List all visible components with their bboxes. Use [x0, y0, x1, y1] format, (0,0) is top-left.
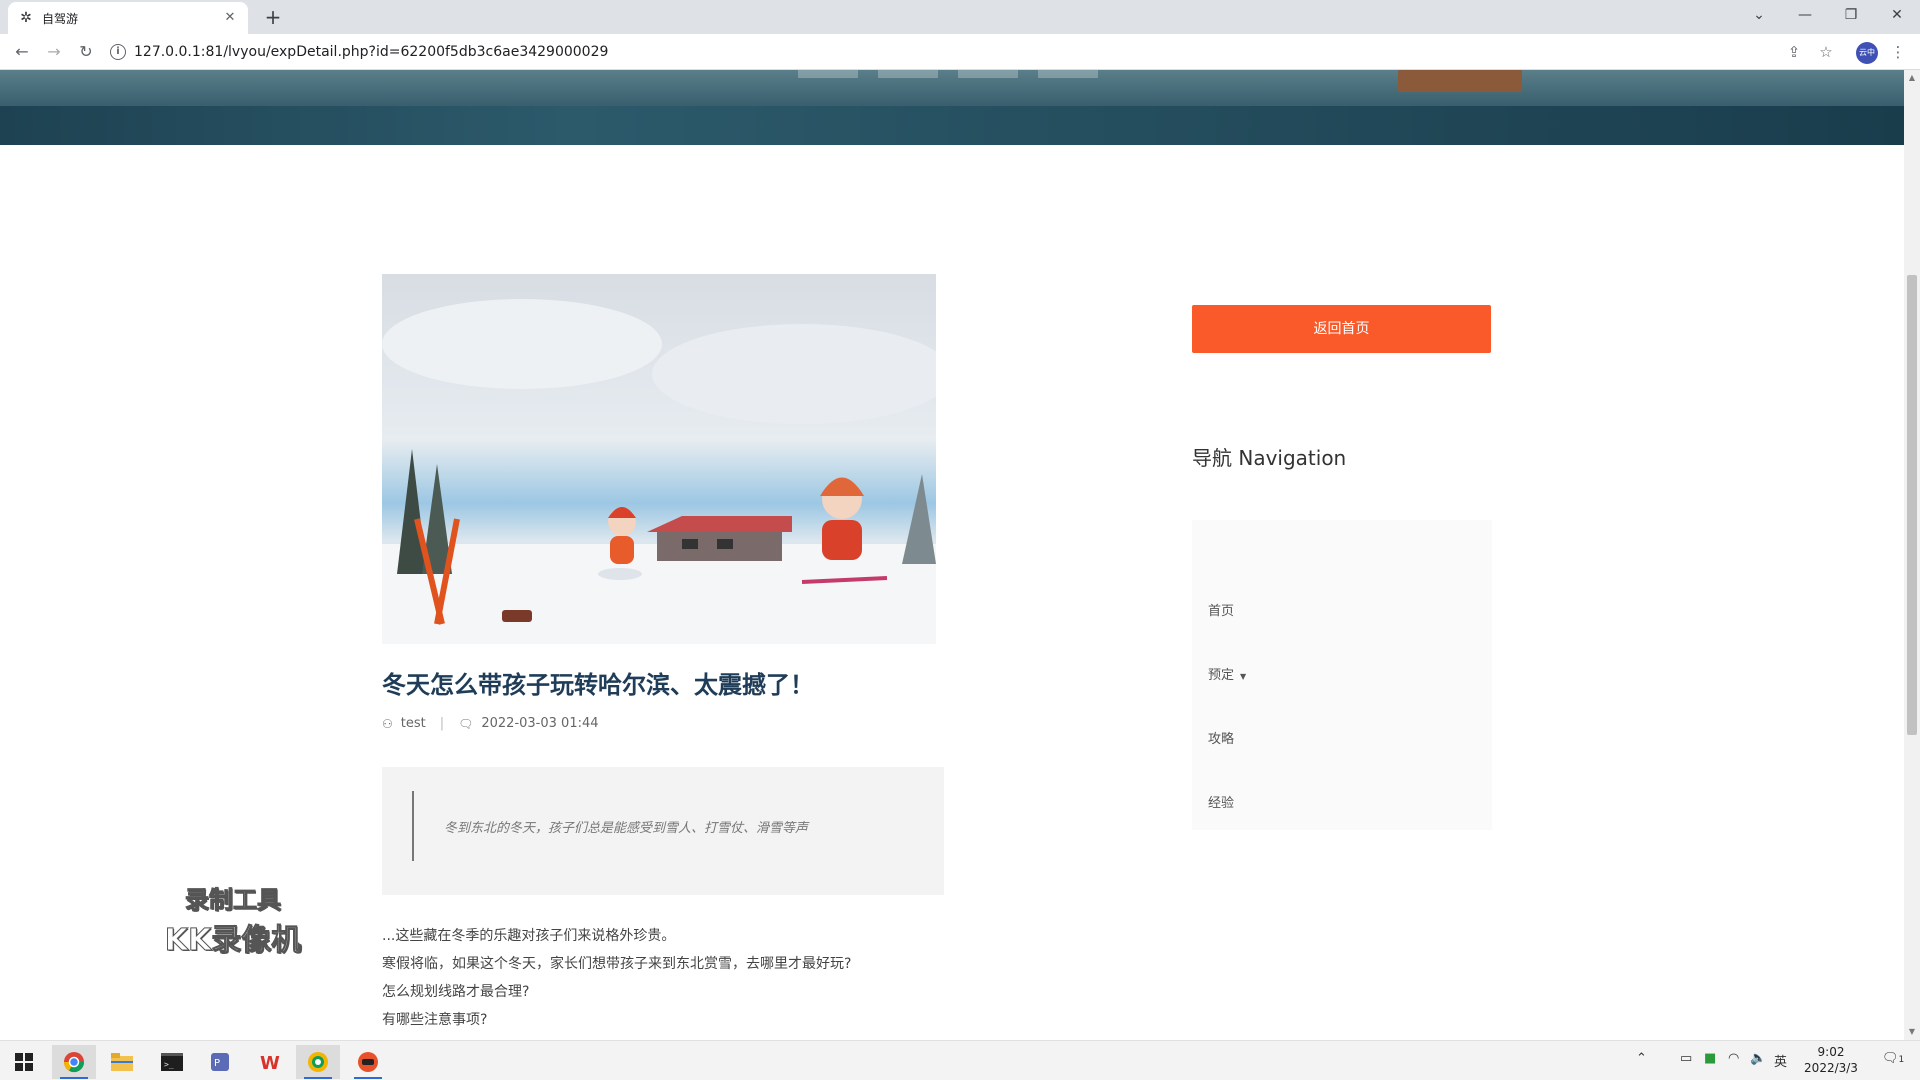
recorder-watermark: 录制工具 KK录像机 [160, 880, 306, 959]
header-nav-item[interactable] [798, 70, 858, 78]
user-icon: ⚇ [382, 716, 393, 731]
profile-avatar[interactable]: 云中 [1856, 42, 1878, 64]
file-explorer-icon[interactable] [100, 1045, 144, 1079]
wifi-icon[interactable]: ◠ [1728, 1051, 1739, 1066]
quote-text: 冬到东北的冬天，孩子们总是能感受到雪人、打雪仗、滑雪等声 [444, 821, 809, 836]
quote-bar [412, 791, 414, 861]
header-action-button[interactable] [1398, 70, 1522, 92]
tab-search-icon[interactable]: ⌄ [1736, 0, 1782, 30]
forward-arrow-icon[interactable]: → [42, 40, 66, 64]
active-indicator [304, 1077, 332, 1079]
sidebar-item-label: 首页 [1208, 604, 1235, 619]
article-paragraph: 怎么规划线路才最合理? [382, 984, 530, 1000]
header-nav-item[interactable] [958, 70, 1018, 78]
kk-recorder-icon[interactable] [346, 1045, 390, 1079]
article-author: test [400, 716, 426, 731]
share-icon[interactable]: ⇪ [1782, 40, 1806, 64]
browser-tab-strip: ✲ 自驾游 ✕ + ⌄ — ❐ ✕ [0, 0, 1920, 34]
article-body: ...这些藏在冬季的乐趣对孩子们来说格外珍贵。 寒假将临，如果这个冬天，家长们想… [382, 922, 851, 1034]
tray-app-icon[interactable]: ■ [1704, 1051, 1716, 1066]
svg-text:>_: >_ [164, 1060, 174, 1069]
tab-title: 自驾游 [42, 11, 79, 26]
sidebar-item-label: 预定 [1208, 668, 1235, 683]
svg-text:W: W [260, 1053, 280, 1073]
clock-time: 9:02 [1817, 1045, 1845, 1059]
watermark-line2: KK录像机 [164, 923, 302, 959]
new-tab-button[interactable]: + [260, 5, 286, 31]
header-banner [0, 70, 1904, 145]
sidebar-item-home[interactable]: 首页 [1208, 600, 1234, 619]
ime-indicator[interactable]: 英 [1774, 1051, 1787, 1070]
back-home-button[interactable]: 返回首页 [1192, 305, 1491, 353]
windows-start-icon[interactable] [2, 1045, 46, 1079]
recorder-app-icon[interactable] [296, 1045, 340, 1079]
page-viewport: 冬天怎么带孩子玩转哈尔滨、太震撼了！ ⚇ test | 🗨 2022-03-03… [0, 70, 1904, 1040]
browser-toolbar: ← → ↻ i 127.0.0.1:81/lvyou/expDetail.php… [0, 34, 1920, 70]
close-window-button[interactable]: ✕ [1874, 0, 1920, 30]
gear-icon: ✲ [20, 10, 32, 26]
browser-tab[interactable]: ✲ 自驾游 ✕ [8, 2, 248, 34]
watermark-line1: 录制工具 [185, 886, 282, 915]
sidebar-item-guides[interactable]: 攻略 [1208, 728, 1234, 747]
wps-office-icon[interactable]: W [248, 1045, 292, 1079]
header-banner-strip [0, 106, 1904, 145]
volume-muted-icon[interactable]: 🔈 [1750, 1051, 1766, 1066]
scroll-down-arrow-icon[interactable]: ▼ [1904, 1024, 1920, 1040]
restore-button[interactable]: ❐ [1828, 0, 1874, 30]
notification-count: 1 [1898, 1055, 1905, 1065]
terminal-icon[interactable]: >_ [150, 1045, 194, 1079]
url-text: 127.0.0.1:81/lvyou/expDetail.php?id=6220… [134, 44, 609, 60]
article-image [382, 274, 936, 644]
caret-down-icon: ▼ [1240, 672, 1247, 681]
tray-overflow-icon[interactable]: ⌃ [1636, 1051, 1647, 1066]
sidebar-item-experience[interactable]: 经验 [1208, 792, 1234, 811]
nav-heading: 导航 Navigation [1192, 446, 1347, 470]
notification-center-icon[interactable]: 🗨1 [1882, 1051, 1904, 1066]
site-info-icon[interactable]: i [110, 44, 126, 60]
meta-separator: | [439, 716, 445, 731]
winter-kids-illustration [382, 274, 936, 644]
clock-date: 2022/3/3 [1804, 1061, 1858, 1075]
scroll-thumb[interactable] [1907, 275, 1917, 735]
tab-close-icon[interactable]: ✕ [222, 10, 238, 26]
header-nav-item[interactable] [1038, 70, 1098, 78]
article-datetime: 2022-03-03 01:44 [481, 716, 599, 731]
page-scrollbar[interactable]: ▲ ▼ [1904, 70, 1920, 1040]
bookmark-star-icon[interactable]: ☆ [1814, 40, 1838, 64]
article-title: 冬天怎么带孩子玩转哈尔滨、太震撼了！ [382, 671, 814, 699]
windows-taskbar: >_ P W ⌃ ▭ ■ ◠ 🔈 英 9:02 2022/3/3 🗨1 [0, 1040, 1920, 1080]
svg-text:P: P [214, 1058, 220, 1069]
minimize-button[interactable]: — [1782, 0, 1828, 30]
active-indicator [60, 1077, 88, 1079]
sidebar-item-label: 经验 [1208, 796, 1235, 811]
menu-kebab-icon[interactable]: ⋮ [1886, 40, 1910, 64]
article-paragraph: 有哪些注意事项? [382, 1012, 488, 1028]
article-paragraph: ...这些藏在冬季的乐趣对孩子们来说格外珍贵。 [382, 928, 676, 944]
comment-icon: 🗨 [458, 716, 474, 731]
header-nav-item[interactable] [878, 70, 938, 78]
active-indicator [354, 1077, 382, 1079]
chrome-taskbar-icon[interactable] [52, 1045, 96, 1079]
scroll-up-arrow-icon[interactable]: ▲ [1904, 70, 1920, 86]
app-ps-icon[interactable]: P [198, 1045, 242, 1079]
sidebar-item-label: 攻略 [1208, 732, 1235, 747]
article-meta: ⚇ test | 🗨 2022-03-03 01:44 [382, 716, 599, 731]
reload-icon[interactable]: ↻ [74, 40, 98, 64]
article-quote: 冬到东北的冬天，孩子们总是能感受到雪人、打雪仗、滑雪等声 [382, 767, 944, 895]
sidebar-item-booking[interactable]: 预定 ▼ [1208, 664, 1246, 683]
back-arrow-icon[interactable]: ← [10, 40, 34, 64]
article-paragraph: 寒假将临，如果这个冬天，家长们想带孩子来到东北赏雪，去哪里才最好玩? [382, 956, 852, 972]
address-bar[interactable]: i 127.0.0.1:81/lvyou/expDetail.php?id=62… [110, 38, 1810, 66]
taskbar-clock[interactable]: 9:02 2022/3/3 [1796, 1044, 1866, 1076]
tray-device-icon[interactable]: ▭ [1680, 1051, 1692, 1066]
sidebar-nav-list: 首页 预定 ▼ 攻略 经验 [1192, 520, 1492, 830]
